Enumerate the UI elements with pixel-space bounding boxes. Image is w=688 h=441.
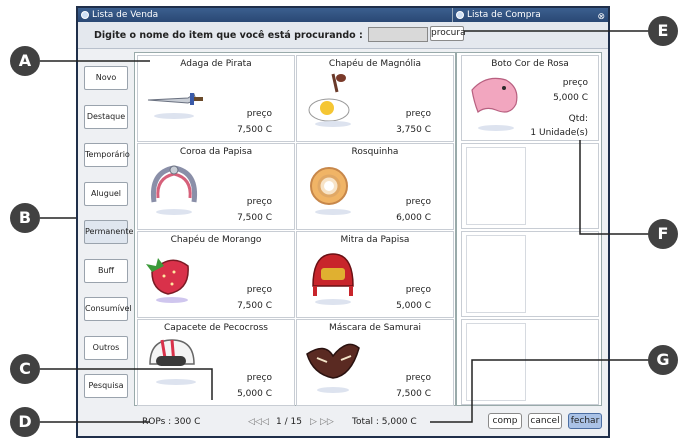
callout-e: E [648,16,678,46]
callout-a: A [10,46,40,76]
callout-g: G [648,345,678,375]
callout-lines [40,30,650,423]
callout-f: F [648,219,678,249]
callout-d: D [10,407,40,437]
callout-c: C [10,354,40,384]
callout-b: B [10,203,40,233]
